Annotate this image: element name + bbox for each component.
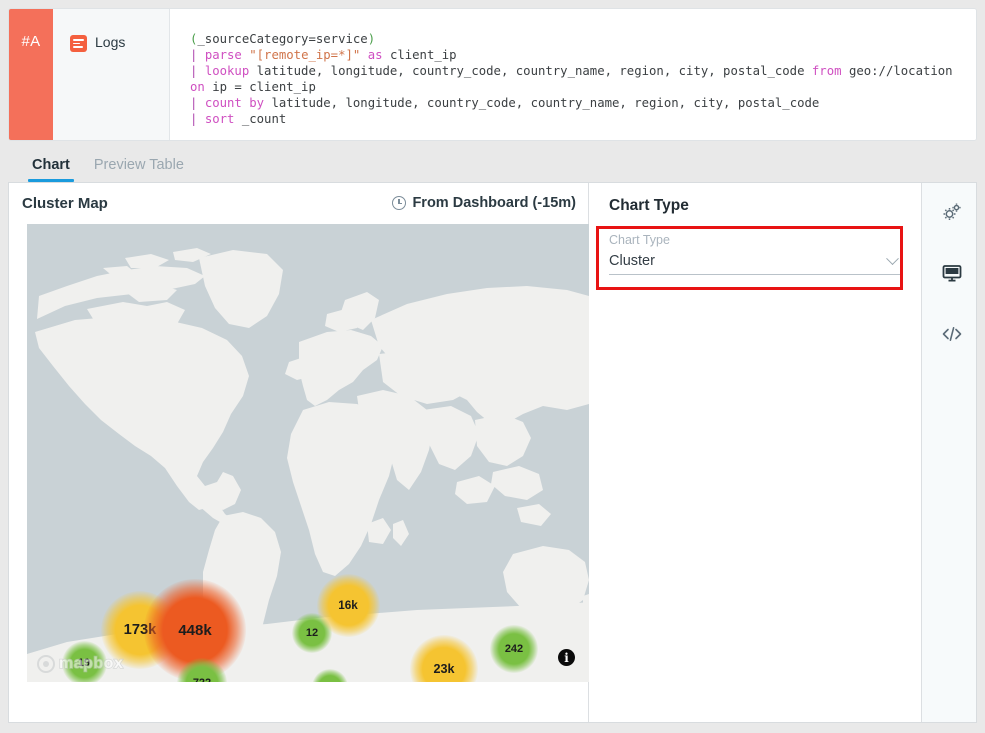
map-cluster-label: 12 xyxy=(306,627,318,639)
query-badge-label: #A xyxy=(22,33,41,50)
map-cluster-label: 16k xyxy=(338,599,358,612)
map-cluster-label: 23k xyxy=(433,662,454,676)
query-text: (_sourceCategory=service) | parse "[remo… xyxy=(190,31,962,128)
map-cluster-label: 448k xyxy=(178,622,211,639)
chart-title: Cluster Map xyxy=(22,195,108,212)
app-frame: #A Logs (_sourceCategory=service) | pars… xyxy=(0,0,985,733)
tab-preview-table-label: Preview Table xyxy=(94,157,184,173)
mapbox-label: mapbox xyxy=(59,655,123,673)
display-icon[interactable] xyxy=(932,254,972,292)
clock-icon xyxy=(392,196,406,210)
time-range-label: From Dashboard (-15m) xyxy=(412,195,576,211)
chart-type-select[interactable]: Cluster xyxy=(609,253,901,275)
time-range[interactable]: From Dashboard (-15m) xyxy=(392,195,576,211)
content-panel: Cluster Map From Dashboard (-15m) xyxy=(8,182,977,723)
chart-type-panel: Chart Type Chart Type Cluster xyxy=(589,183,921,722)
code-icon[interactable] xyxy=(932,315,972,353)
query-panel: #A Logs (_sourceCategory=service) | pars… xyxy=(8,8,977,141)
map-cluster-label: 722 xyxy=(193,677,211,682)
chart-type-field-label: Chart Type xyxy=(609,233,901,247)
chart-type-field: Chart Type Cluster xyxy=(609,233,901,275)
chart-header: Cluster Map From Dashboard (-15m) xyxy=(9,183,588,223)
tab-chart-label: Chart xyxy=(32,157,70,173)
map-cluster-label: 6 xyxy=(327,681,333,682)
mapbox-icon xyxy=(37,655,55,673)
chart-pane: Cluster Map From Dashboard (-15m) xyxy=(9,183,589,722)
map-cluster-label: 242 xyxy=(505,643,523,655)
info-icon[interactable]: i xyxy=(558,649,575,666)
map-cluster-marker[interactable]: 16k xyxy=(317,574,380,637)
source-selector[interactable]: Logs xyxy=(53,9,170,140)
chevron-down-icon xyxy=(886,252,899,265)
logs-icon xyxy=(70,35,87,52)
cluster-map[interactable]: 19173k448k72214k1216k623k2425.2k mapbox … xyxy=(27,224,589,682)
query-editor[interactable]: (_sourceCategory=service) | parse "[remo… xyxy=(170,9,976,140)
map-cluster-marker[interactable]: 242 xyxy=(490,625,537,672)
chart-type-heading: Chart Type xyxy=(609,197,901,215)
tab-preview-table[interactable]: Preview Table xyxy=(82,157,196,182)
tab-bar: Chart Preview Table xyxy=(8,141,977,182)
right-icon-rail xyxy=(921,183,977,722)
tab-chart[interactable]: Chart xyxy=(20,157,82,182)
source-label: Logs xyxy=(95,34,125,50)
mapbox-attribution[interactable]: mapbox xyxy=(37,655,123,673)
chart-type-value: Cluster xyxy=(609,253,655,269)
settings-icon[interactable] xyxy=(932,193,972,231)
query-badge: #A xyxy=(9,9,53,140)
